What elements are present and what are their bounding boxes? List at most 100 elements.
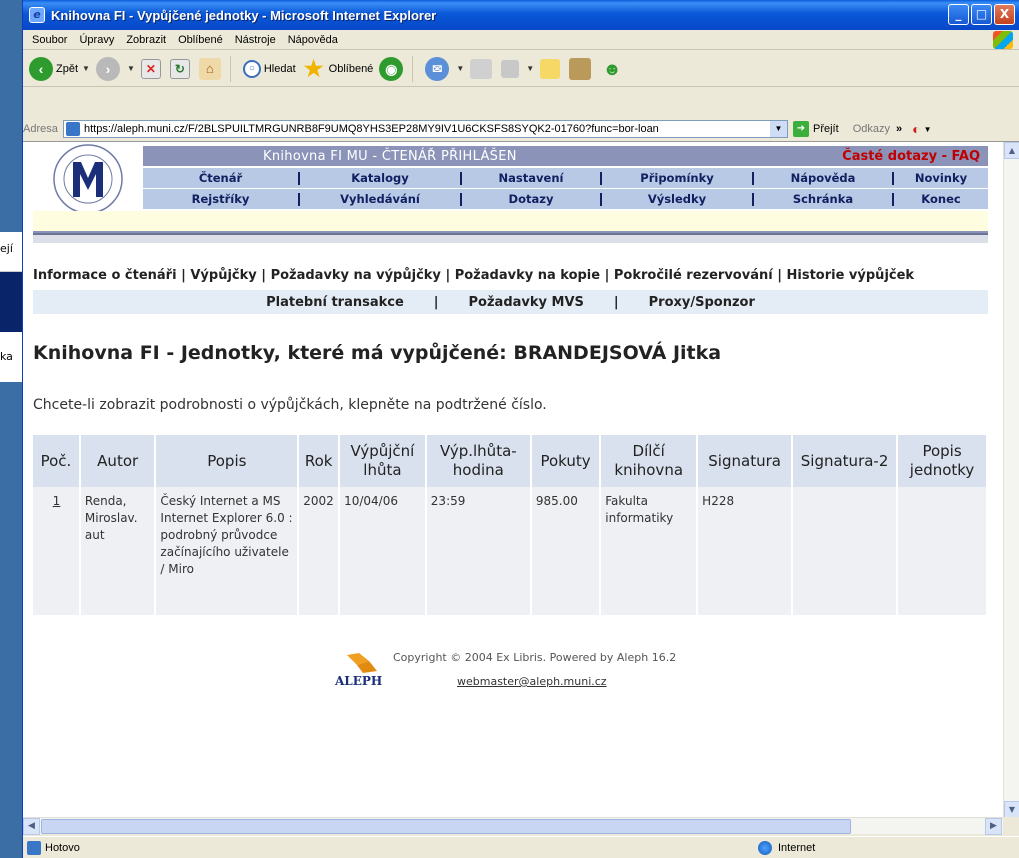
nav-konec[interactable]: Konec	[894, 192, 988, 206]
home-button[interactable]: ⌂	[198, 57, 224, 80]
search-icon: ○	[242, 59, 261, 78]
page-title: Knihovna FI - Jednotky, které má vypůjče…	[33, 342, 722, 364]
research-button[interactable]	[569, 57, 594, 80]
maximize-button[interactable]: □	[971, 4, 992, 25]
nav-novinky[interactable]: Novinky	[894, 171, 988, 185]
chevron-right-icon[interactable]: »	[896, 123, 902, 135]
scroll-right-icon[interactable]: ▶	[985, 818, 1002, 835]
subnav-pozadavky-kopie[interactable]: Požadavky na kopie	[455, 268, 600, 283]
table-row: 1 Renda, Miroslav. aut Český Internet a …	[33, 487, 988, 615]
aleph-logo[interactable]: ALEPH	[333, 651, 385, 691]
scroll-thumb[interactable]	[41, 819, 851, 834]
nav-dotazy[interactable]: Dotazy	[462, 192, 600, 206]
minimize-button[interactable]: _	[948, 4, 969, 25]
address-bar: Adresa https://aleph.muni.cz/F/2BLSPUILT…	[23, 118, 1019, 140]
menu-oblibene[interactable]: Oblíbené	[178, 34, 223, 46]
edit-button[interactable]: ▼	[501, 59, 534, 78]
subnav-pozadavky-mvs[interactable]: Požadavky MVS	[439, 295, 614, 310]
security-zone: Internet	[758, 840, 815, 855]
cell-hodina: 23:59	[425, 487, 532, 615]
menu-soubor[interactable]: Soubor	[32, 34, 67, 46]
refresh-button[interactable]: ↻	[169, 58, 193, 79]
cell-signatura-2	[792, 487, 899, 615]
go-button[interactable]: ➜ Přejít	[793, 121, 839, 137]
back-label: Zpět	[56, 62, 79, 75]
subnav-historie[interactable]: Historie výpůjček	[787, 268, 915, 283]
search-button[interactable]: ○ Hledat	[242, 59, 296, 78]
loans-table: Poč. Autor Popis Rok Výpůjční lhůta Výp.…	[33, 435, 988, 615]
printer-icon	[470, 58, 493, 79]
horizontal-scrollbar[interactable]: ◀ ▶	[23, 817, 1003, 835]
books-icon	[569, 57, 592, 80]
subnav-vypujcky[interactable]: Výpůjčky	[190, 268, 256, 283]
chevron-down-icon[interactable]: ▼	[526, 64, 534, 73]
vertical-scrollbar[interactable]: ▲ ▼	[1003, 142, 1019, 817]
loan-detail-link[interactable]: 1	[53, 494, 61, 508]
table-header-row: Poč. Autor Popis Rok Výpůjční lhůta Výp.…	[33, 435, 988, 487]
mail-button[interactable]: ✉ ▼	[425, 56, 464, 81]
close-button[interactable]: X	[994, 4, 1015, 25]
nav-rejstriky[interactable]: Rejstříky	[143, 192, 298, 206]
stop-button[interactable]: ✕	[140, 58, 164, 79]
subnav-row-1: Informace o čtenáři | Výpůjčky | Požadav…	[33, 268, 988, 290]
chevron-down-icon[interactable]: ▼	[456, 64, 464, 73]
menu-nastroje[interactable]: Nástroje	[235, 34, 276, 46]
status-bar: Hotovo Internet	[23, 836, 1019, 858]
media-button[interactable]: ◉	[379, 56, 406, 81]
faq-link[interactable]: Časté dotazy - FAQ	[842, 149, 980, 164]
col-poc: Poč.	[33, 435, 81, 487]
chevron-down-icon[interactable]: ▼	[127, 64, 135, 73]
nav-ctenar[interactable]: Čtenář	[143, 171, 298, 185]
nav-napoveda[interactable]: Nápověda	[754, 171, 892, 185]
address-input[interactable]: https://aleph.muni.cz/F/2BLSPUILTMRGUNRB…	[63, 120, 788, 138]
subnav-pozadavky-vypujcky[interactable]: Požadavky na výpůjčky	[271, 268, 441, 283]
subnav-platebni-transakce[interactable]: Platební transakce	[236, 295, 434, 310]
address-value[interactable]: https://aleph.muni.cz/F/2BLSPUILTMRGUNRB…	[84, 123, 659, 135]
chevron-down-icon[interactable]: ▼	[924, 125, 932, 134]
home-icon: ⌂	[198, 57, 221, 80]
back-arrow-icon: ‹	[29, 56, 53, 81]
col-popis: Popis	[155, 435, 300, 487]
nav-pripominky[interactable]: Připomínky	[602, 171, 752, 185]
cell-rok: 2002	[298, 487, 341, 615]
scroll-down-icon[interactable]: ▼	[1004, 801, 1019, 817]
subnav-pokrocile-rezervovani[interactable]: Pokročilé rezervování	[614, 268, 773, 283]
col-popis-jednotky: Popis jednotky	[897, 435, 988, 487]
page-icon	[66, 122, 80, 136]
col-dilci-knihovna: Dílčí knihovna	[600, 435, 699, 487]
nav-katalogy[interactable]: Katalogy	[300, 171, 460, 185]
nav-schranka[interactable]: Schránka	[754, 192, 892, 206]
favorites-button[interactable]: ★ Oblíbené	[302, 56, 374, 81]
scroll-left-icon[interactable]: ◀	[23, 818, 40, 835]
back-button[interactable]: ‹ Zpět ▼	[29, 56, 90, 81]
subnav-informace[interactable]: Informace o čtenáři	[33, 268, 177, 283]
windows-logo-icon	[993, 31, 1013, 49]
title-bar[interactable]: e Knihovna FI - Vypůjčené jednotky - Mic…	[23, 0, 1019, 30]
chevron-down-icon[interactable]: ▼	[82, 64, 90, 73]
webmaster-email-link[interactable]: webmaster@aleph.muni.cz	[457, 675, 607, 688]
nav-vyhledavani[interactable]: Vyhledávání	[300, 192, 460, 206]
aleph-header: Knihovna FI MU - ČTENÁŘ PŘIHLÁŠEN Časté …	[33, 142, 988, 243]
chevron-down-icon[interactable]: ▼	[770, 121, 787, 137]
forward-button[interactable]: › ▼	[95, 56, 135, 81]
scroll-up-icon[interactable]: ▲	[1004, 142, 1019, 159]
cell-lhuta: 10/04/06	[339, 487, 427, 615]
print-button[interactable]	[470, 58, 495, 79]
menu-bar: Soubor Úpravy Zobrazit Oblíbené Nástroje…	[23, 30, 1019, 50]
refresh-icon: ↻	[169, 58, 190, 79]
cell-popis-jednotky	[897, 487, 988, 615]
col-hodina: Výp.lhůta-hodina	[425, 435, 532, 487]
messenger-button[interactable]: ☻	[600, 57, 627, 81]
subnav-proxy-sponzor[interactable]: Proxy/Sponzor	[619, 295, 785, 310]
discuss-button[interactable]	[540, 58, 563, 79]
links-button[interactable]: Odkazy	[853, 123, 890, 135]
menu-upravy[interactable]: Úpravy	[79, 34, 114, 46]
acrobat-icon[interactable]: ◐	[912, 121, 920, 137]
search-label: Hledat	[263, 62, 296, 75]
nav-vysledky[interactable]: Výsledky	[602, 192, 752, 206]
menu-napoveda[interactable]: Nápověda	[288, 34, 338, 46]
menu-zobrazit[interactable]: Zobrazit	[126, 34, 166, 46]
subnav-row-2: Platební transakce | Požadavky MVS | Pro…	[33, 290, 988, 314]
favorites-label: Oblíbené	[328, 62, 374, 75]
nav-nastaveni[interactable]: Nastavení	[462, 171, 600, 185]
